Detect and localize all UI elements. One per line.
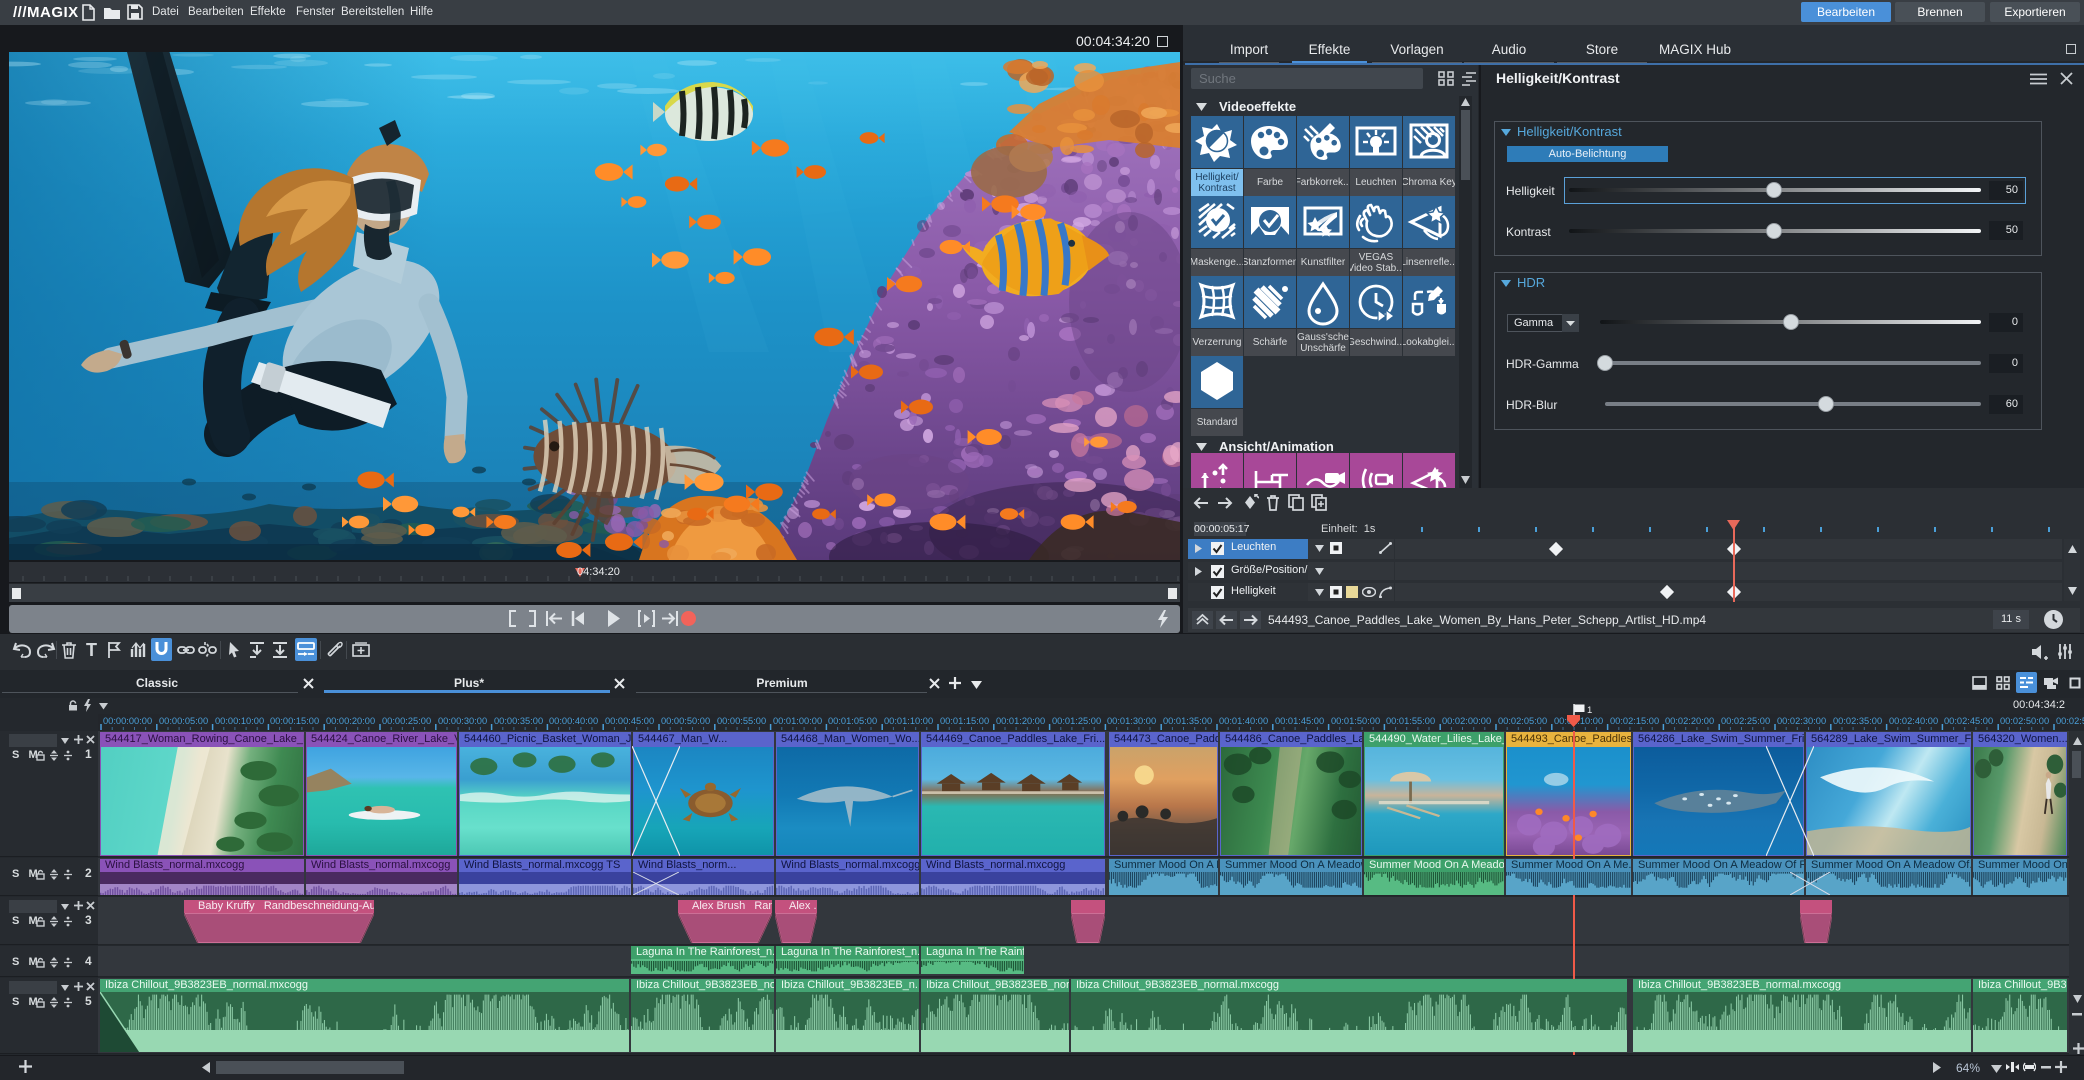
svg-text:1: 1: [1587, 705, 1592, 716]
